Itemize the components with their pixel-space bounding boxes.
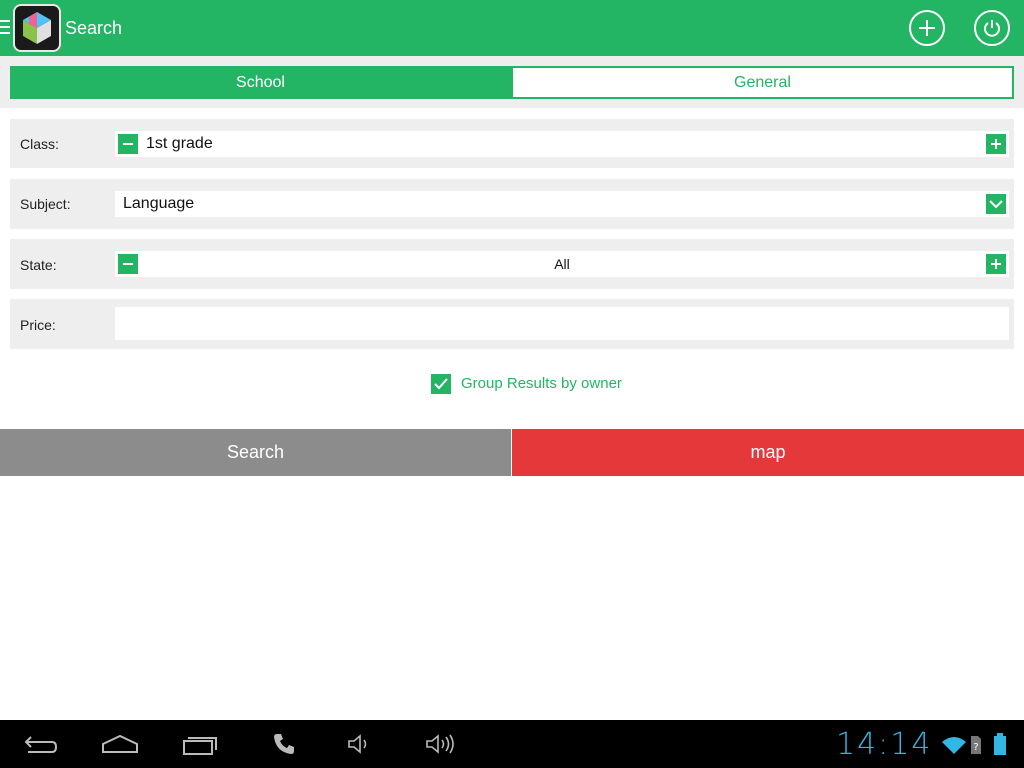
chevron-down-icon (989, 200, 1003, 209)
minus-icon (123, 143, 133, 145)
class-value: 1st grade (146, 135, 213, 152)
group-results-checkbox[interactable] (431, 374, 451, 394)
page-title: Search (65, 18, 123, 38)
power-icon (984, 20, 1000, 37)
check-icon (434, 378, 448, 390)
state-stepper: All (115, 251, 1009, 277)
add-circle-icon (919, 20, 935, 36)
wifi-icon (942, 737, 966, 754)
state-row: State: All (10, 239, 1014, 289)
class-row: Class: 1st grade (10, 119, 1014, 168)
subject-select[interactable]: Language (115, 191, 1009, 217)
battery-icon (994, 733, 1006, 755)
menu-icon[interactable] (0, 20, 10, 36)
back-icon[interactable] (22, 732, 58, 756)
tab-bar: School General (0, 56, 1024, 108)
action-bar: Search (0, 0, 1024, 56)
sim-icon: ? (971, 736, 981, 754)
tab-school[interactable]: School (10, 66, 511, 99)
subject-label: Subject: (20, 196, 71, 212)
app-logo-icon[interactable] (13, 4, 61, 52)
state-label: State: (20, 257, 57, 273)
phone-icon[interactable] (272, 732, 296, 756)
home-icon[interactable] (100, 732, 140, 756)
volume-down-icon[interactable] (346, 732, 372, 756)
price-row: Price: (10, 299, 1014, 349)
class-label: Class: (20, 136, 59, 152)
tab-general[interactable]: General (511, 66, 1014, 99)
class-decrement-button[interactable] (118, 134, 138, 154)
plus-icon (991, 139, 1001, 149)
power-button[interactable] (974, 10, 1010, 46)
state-value: All (554, 256, 570, 272)
plus-icon (991, 259, 1001, 269)
state-increment-button[interactable] (986, 254, 1006, 274)
svg-text:?: ? (973, 742, 978, 753)
status-clock: 14:14 (836, 727, 933, 762)
map-button[interactable]: map (512, 429, 1024, 476)
search-button[interactable]: Search (0, 429, 511, 476)
group-results-label[interactable]: Group Results by owner (461, 375, 622, 392)
subject-value: Language (123, 195, 195, 212)
add-button[interactable] (909, 10, 945, 46)
subject-row: Subject: Language (10, 179, 1014, 229)
subject-dropdown-button[interactable] (986, 194, 1006, 214)
recents-icon[interactable] (182, 732, 220, 756)
class-stepper: 1st grade (115, 131, 1009, 157)
class-increment-button[interactable] (986, 134, 1006, 154)
volume-up-icon[interactable] (424, 732, 456, 756)
price-label: Price: (20, 317, 56, 333)
price-input[interactable] (115, 307, 1009, 340)
